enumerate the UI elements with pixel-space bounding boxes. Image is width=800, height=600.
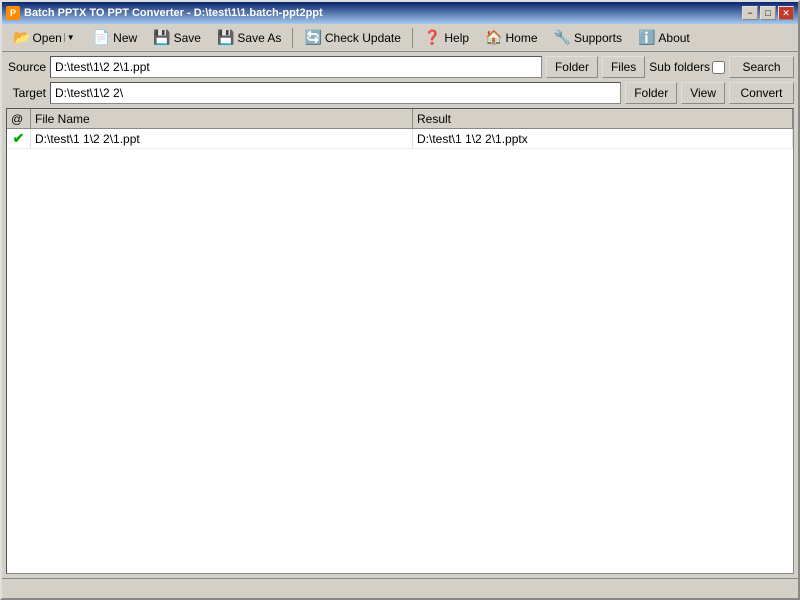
target-label: Target (6, 86, 46, 100)
target-view-button[interactable]: View (681, 82, 725, 104)
table-header: @ File Name Result (7, 109, 793, 129)
row-status: ✔ (7, 129, 31, 148)
header-at: @ (7, 109, 31, 128)
source-input[interactable] (50, 56, 542, 78)
supports-label: Supports (574, 31, 622, 45)
menu-bar: 📂 Open ▼ 📄 New 💾 Save 💾 Save As 🔄 Check … (2, 24, 798, 52)
title-bar-left: P Batch PPTX TO PPT Converter - D:\test\… (6, 6, 323, 20)
row-result: D:\test\1 1\2 2\1.pptx (413, 129, 793, 148)
check-update-button[interactable]: 🔄 Check Update (297, 26, 407, 49)
subfolder-checkbox[interactable] (712, 61, 725, 74)
table-body: ✔ D:\test\1 1\2 2\1.ppt D:\test\1 1\2 2\… (7, 129, 793, 573)
home-button[interactable]: 🏠 Home (478, 26, 544, 49)
status-bar (2, 578, 798, 598)
supports-icon: 🔧 (554, 29, 571, 46)
about-button[interactable]: ℹ️ About (631, 26, 697, 49)
header-filename: File Name (31, 109, 413, 128)
toolbar-area: 📂 Open ▼ 📄 New 💾 Save 💾 Save As 🔄 Check … (6, 26, 697, 49)
open-button[interactable]: 📂 Open ▼ (6, 26, 84, 49)
separator-2 (412, 28, 413, 48)
source-label: Source (6, 60, 46, 74)
check-update-icon: 🔄 (304, 29, 321, 46)
supports-button[interactable]: 🔧 Supports (547, 26, 629, 49)
minimize-button[interactable]: − (742, 6, 758, 20)
open-label: Open (32, 31, 61, 45)
home-icon: 🏠 (485, 29, 502, 46)
row-filename: D:\test\1 1\2 2\1.ppt (31, 129, 413, 148)
help-icon: ❓ (424, 29, 441, 46)
file-table: @ File Name Result ✔ D:\test\1 1\2 2\1.p… (6, 108, 794, 574)
maximize-button[interactable]: □ (760, 6, 776, 20)
save-button[interactable]: 💾 Save (146, 26, 208, 49)
help-button[interactable]: ❓ Help (417, 26, 476, 49)
save-label: Save (174, 31, 201, 45)
about-label: About (658, 31, 689, 45)
table-row[interactable]: ✔ D:\test\1 1\2 2\1.ppt D:\test\1 1\2 2\… (7, 129, 793, 149)
source-folder-button[interactable]: Folder (546, 56, 598, 78)
open-dropdown-arrow[interactable]: ▼ (64, 33, 77, 42)
convert-button[interactable]: Convert (729, 82, 794, 104)
app-icon: P (6, 6, 20, 20)
new-button[interactable]: 📄 New (86, 26, 144, 49)
subfolder-label: Sub folders (649, 60, 710, 74)
new-icon: 📄 (93, 29, 110, 46)
save-as-icon: 💾 (217, 29, 234, 46)
about-icon: ℹ️ (638, 29, 655, 46)
header-result: Result (413, 109, 793, 128)
save-icon: 💾 (153, 29, 170, 46)
search-button[interactable]: Search (729, 56, 794, 78)
new-label: New (113, 31, 137, 45)
open-icon: 📂 (13, 29, 30, 46)
target-row: Target Folder View Convert (6, 82, 794, 104)
title-bar: P Batch PPTX TO PPT Converter - D:\test\… (2, 2, 798, 24)
target-input[interactable] (50, 82, 621, 104)
content-area: Source Folder Files Sub folders Search T… (2, 52, 798, 578)
help-label: Help (444, 31, 469, 45)
check-update-label: Check Update (325, 31, 401, 45)
title-bar-buttons: − □ ✕ (742, 6, 794, 20)
save-as-button[interactable]: 💾 Save As (210, 26, 288, 49)
target-folder-button[interactable]: Folder (625, 82, 677, 104)
subfolder-area: Sub folders (649, 60, 725, 74)
source-row: Source Folder Files Sub folders Search (6, 56, 794, 78)
close-button[interactable]: ✕ (778, 6, 794, 20)
check-icon: ✔ (13, 130, 25, 147)
home-label: Home (505, 31, 537, 45)
window-title: Batch PPTX TO PPT Converter - D:\test\1\… (24, 7, 323, 19)
main-window: P Batch PPTX TO PPT Converter - D:\test\… (0, 0, 800, 600)
save-as-label: Save As (237, 31, 281, 45)
source-files-button[interactable]: Files (602, 56, 645, 78)
separator-1 (292, 28, 293, 48)
